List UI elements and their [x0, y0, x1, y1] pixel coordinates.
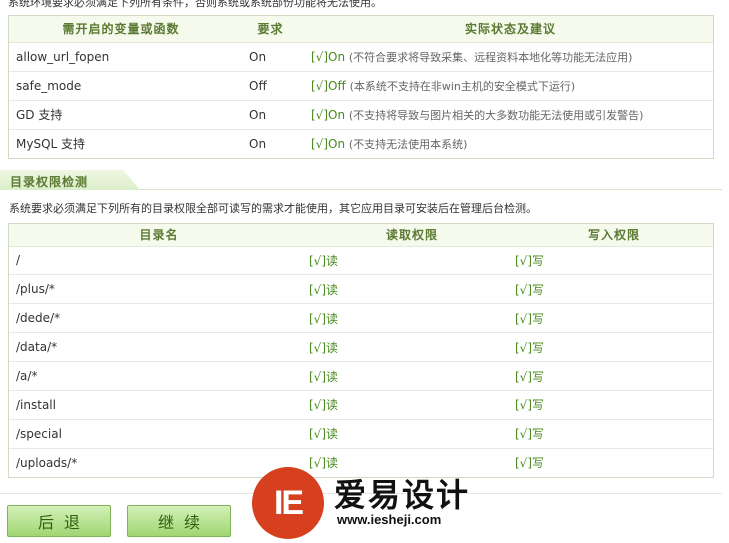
- env-advice: (不支持将导致与图片相关的大多数功能无法使用或引发警告): [348, 108, 644, 122]
- watermark-logo-icon: IE: [252, 467, 324, 539]
- dir-write-status: [√]写: [515, 303, 713, 334]
- dir-write-status: [√]写: [515, 274, 713, 305]
- dir-read-status: [√]读: [309, 361, 515, 391]
- table-row: safe_mode Off [√]Off (本系统不支持在非win主机的安全模式…: [9, 71, 713, 101]
- table-row: / [√]读 [√]写: [9, 246, 713, 276]
- env-status-cell: [√]On (不支持将导致与图片相关的大多数功能无法使用或引发警告): [308, 100, 713, 130]
- env-status: [√]On: [311, 107, 346, 122]
- dir-read-status: [√]读: [309, 246, 515, 276]
- environment-check-table: 需开启的变量或函数 要求 实际状态及建议 allow_url_fopen On …: [9, 16, 713, 158]
- directory-permission-table: 目录名 读取权限 写入权限 / [√]读 [√]写 /plus/* [√]读 […: [9, 224, 713, 477]
- dir-read-status: [√]读: [309, 419, 515, 449]
- env-advice: (不符合要求将导致采集、远程资料本地化等功能无法应用): [348, 50, 633, 64]
- dir-read-status: [√]读: [309, 303, 515, 334]
- dir-read-status: [√]读: [309, 390, 515, 420]
- env-header-variable: 需开启的变量或函数: [9, 16, 233, 43]
- env-status: [√]On: [311, 49, 346, 64]
- watermark-url: www.iesheji.com: [337, 512, 442, 527]
- dir-path: /special: [9, 419, 309, 449]
- env-requirement: On: [233, 42, 308, 72]
- dir-write-status: [√]写: [515, 361, 713, 391]
- table-row: MySQL 支持 On [√]On (不支持无法使用本系统): [9, 129, 713, 158]
- table-row: /a/* [√]读 [√]写: [9, 361, 713, 391]
- env-header-requirement: 要求: [233, 16, 308, 43]
- table-row: /plus/* [√]读 [√]写: [9, 274, 713, 305]
- table-row: GD 支持 On [√]On (不支持将导致与图片相关的大多数功能无法使用或引发…: [9, 100, 713, 130]
- directory-permission-section-header: 目录权限检测: [0, 170, 722, 190]
- directory-permission-table-wrap: 目录名 读取权限 写入权限 / [√]读 [√]写 /plus/* [√]读 […: [8, 223, 714, 479]
- env-status-cell: [√]Off (本系统不支持在非win主机的安全模式下运行): [308, 71, 713, 101]
- dir-path: /plus/*: [9, 274, 309, 305]
- env-requirement: Off: [233, 71, 308, 101]
- section-tab: 目录权限检测: [0, 170, 140, 190]
- env-status: [√]On: [311, 136, 346, 151]
- dir-path: /a/*: [9, 361, 309, 391]
- section-title: 目录权限检测: [10, 175, 89, 189]
- dir-read-status: [√]读: [309, 332, 515, 363]
- env-variable-name: GD 支持: [9, 100, 233, 130]
- dir-header-name: 目录名: [9, 224, 309, 247]
- requirements-note: 系统环境要求必须满足下列所有条件，否则系统或系统部份功能将无法使用。: [8, 0, 382, 9]
- table-row: allow_url_fopen On [√]On (不符合要求将导致采集、远程资…: [9, 42, 713, 72]
- dir-write-status: [√]写: [515, 419, 713, 449]
- table-row: /data/* [√]读 [√]写: [9, 332, 713, 363]
- dir-path: /data/*: [9, 332, 309, 363]
- continue-button[interactable]: 继续: [127, 505, 231, 537]
- dir-write-status: [√]写: [515, 246, 713, 276]
- dir-header-write: 写入权限: [515, 224, 713, 247]
- table-row: /dede/* [√]读 [√]写: [9, 303, 713, 334]
- env-status-cell: [√]On (不符合要求将导致采集、远程资料本地化等功能无法应用): [308, 42, 713, 72]
- dir-read-status: [√]读: [309, 274, 515, 305]
- dir-write-status: [√]写: [515, 390, 713, 420]
- watermark-mark: IE: [273, 483, 304, 522]
- env-variable-name: safe_mode: [9, 71, 233, 101]
- table-row: /install [√]读 [√]写: [9, 390, 713, 420]
- env-requirement: On: [233, 100, 308, 130]
- directory-requirements-note: 系统要求必须满足下列所有的目录权限全部可读写的需求才能使用，其它应用目录可安装后…: [9, 202, 537, 215]
- environment-check-table-wrap: 需开启的变量或函数 要求 实际状态及建议 allow_url_fopen On …: [8, 15, 714, 159]
- env-variable-name: allow_url_fopen: [9, 42, 233, 72]
- dir-path: /uploads/*: [16, 455, 78, 470]
- dir-header-row: 目录名 读取权限 写入权限: [9, 224, 713, 247]
- env-advice: (不支持无法使用本系统): [348, 137, 468, 151]
- table-row: /special [√]读 [√]写: [9, 419, 713, 449]
- env-status-cell: [√]On (不支持无法使用本系统): [308, 129, 713, 158]
- dir-path: /dede/*: [9, 303, 309, 334]
- env-requirement: On: [249, 136, 267, 151]
- dir-path: /: [9, 246, 309, 276]
- back-button[interactable]: 后退: [7, 505, 111, 537]
- dir-write-status: [√]写: [515, 456, 545, 471]
- env-status: [√]Off: [311, 78, 346, 93]
- dir-write-status: [√]写: [515, 332, 713, 363]
- env-variable-name: MySQL 支持: [16, 137, 86, 152]
- dir-header-read: 读取权限: [309, 224, 515, 247]
- env-header-row: 需开启的变量或函数 要求 实际状态及建议: [9, 16, 713, 43]
- env-advice: (本系统不支持在非win主机的安全模式下运行): [349, 79, 576, 93]
- env-header-status: 实际状态及建议: [308, 16, 713, 43]
- watermark-brand-name: 爱易设计: [334, 476, 471, 514]
- dir-path: /install: [9, 390, 309, 420]
